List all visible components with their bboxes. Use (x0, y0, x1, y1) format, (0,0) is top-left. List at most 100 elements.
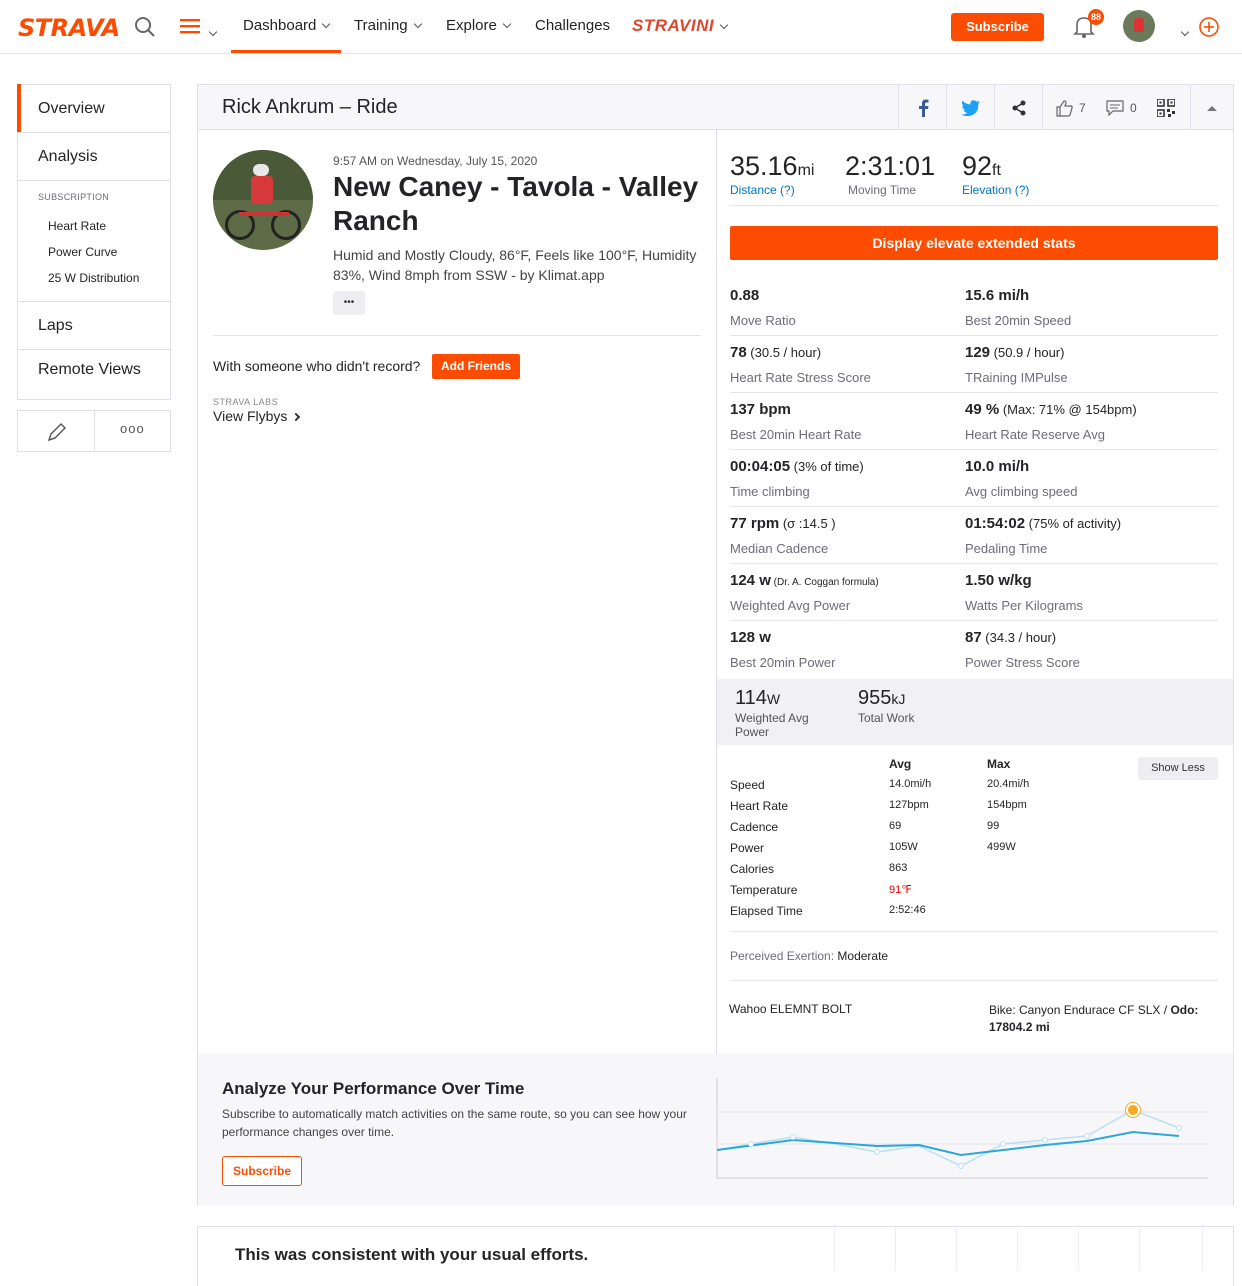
menu-icon[interactable] (180, 18, 202, 39)
divider (730, 980, 1218, 981)
divider (965, 506, 1218, 507)
stats-row-max: 20.4mi/h (987, 778, 1030, 790)
promo-subscribe-button[interactable]: Subscribe (222, 1156, 302, 1186)
divider (834, 1227, 835, 1271)
divider (1017, 1227, 1018, 1271)
elevate-stat-label: Best 20min Heart Rate (730, 427, 862, 442)
avatar[interactable] (1123, 10, 1155, 42)
chevron-down-icon (208, 27, 218, 37)
view-flybys-link[interactable]: View Flybys (213, 408, 301, 424)
thumbs-up-icon (1056, 99, 1073, 117)
divider (18, 132, 170, 133)
divider (895, 1227, 896, 1271)
stats-row-max: 499W (987, 841, 1016, 853)
divider (965, 449, 1218, 450)
sidebar-item-remote-views[interactable]: Remote Views (38, 361, 141, 379)
comment-icon (1106, 99, 1124, 116)
more-description-button[interactable]: ••• (333, 291, 365, 315)
strava-logo[interactable]: STRAVA (18, 14, 120, 42)
sidebar-item-power-curve[interactable]: Power Curve (48, 245, 117, 259)
elevate-stat-value: 00:04:05 (3% of time) (730, 458, 864, 475)
caret-up-icon (1207, 105, 1217, 111)
facebook-share-button[interactable] (898, 85, 946, 130)
elevation-value: 92ft (962, 151, 1001, 181)
add-friends-button[interactable]: Add Friends (432, 354, 520, 379)
elevation-label[interactable]: Elevation (?) (962, 183, 1029, 197)
elevate-stats-button[interactable]: Display elevate extended stats (730, 226, 1218, 260)
elevate-stat-value: 87 (34.3 / hour) (965, 629, 1057, 646)
divider (213, 335, 701, 336)
top-nav: STRAVA Dashboard Training Explore Challe… (0, 0, 1242, 54)
athlete-photo[interactable] (213, 150, 313, 250)
elevate-stat-value: 01:54:02 (75% of activity) (965, 515, 1122, 532)
moving-time-value: 2:31:01 (845, 151, 936, 181)
stats-row-avg: 863 (889, 862, 908, 874)
share-button[interactable] (994, 85, 1042, 130)
divider (1078, 1227, 1079, 1271)
nav-stravini[interactable]: STRAVINI (632, 16, 729, 36)
stats-row-label: Speed (730, 778, 765, 792)
promo-text: Subscribe to automatically match activit… (222, 1107, 687, 1139)
add-icon[interactable] (1198, 16, 1220, 38)
stats-row-max: 154bpm (987, 799, 1027, 811)
distance-label[interactable]: Distance (?) (730, 183, 795, 197)
divider (965, 620, 1218, 621)
elevate-stat-value: 15.6 mi/h (965, 287, 1030, 304)
moving-time-label: Moving Time (848, 183, 917, 197)
qr-code-button[interactable] (1142, 85, 1190, 130)
twitter-share-button[interactable] (946, 85, 994, 130)
elevate-stat-value: 129 (50.9 / hour) (965, 344, 1065, 361)
divider (716, 130, 717, 1054)
elevate-stat-value: 10.0 mi/h (965, 458, 1030, 475)
collapse-button[interactable] (1190, 85, 1233, 130)
stats-row-avg: 2:52:46 (889, 904, 926, 916)
sidebar-item-laps[interactable]: Laps (38, 317, 73, 335)
comments-button[interactable]: 0 (1092, 85, 1142, 130)
more-options-icon[interactable]: ooo (120, 421, 145, 436)
sidebar-item-heart-rate[interactable]: Heart Rate (48, 219, 106, 233)
elevate-stat-label: Power Stress Score (965, 655, 1080, 670)
page-title: Rick Ankrum – Ride (222, 96, 398, 118)
divider (18, 301, 170, 302)
chevron-down-icon[interactable] (1181, 27, 1190, 37)
divider (965, 392, 1218, 393)
edit-icon[interactable] (46, 421, 68, 443)
notification-badge: 88 (1088, 9, 1104, 25)
share-icon (1012, 100, 1025, 115)
panel-header: Rick Ankrum – Ride 7 0 (198, 85, 1233, 130)
stats-row-avg: 127bpm (889, 799, 929, 811)
nav-challenges[interactable]: Challenges (535, 17, 610, 34)
device-name: Wahoo ELEMNT BOLT (729, 1002, 853, 1016)
subscribe-button[interactable]: Subscribe (951, 13, 1044, 41)
stats-row-avg: 105W (889, 841, 918, 853)
weighted-power-value: 114W (735, 687, 781, 709)
bike-info[interactable]: Bike: Canyon Endurace CF SLX / Odo: 1780… (989, 1002, 1214, 1036)
perceived-exertion: Perceived Exertion: Moderate (730, 949, 889, 963)
elevate-stat-value: 124 w (Dr. A. Coggan formula) (730, 572, 879, 589)
divider (730, 931, 1218, 932)
stats-row-label: Cadence (730, 820, 779, 834)
show-less-button[interactable]: Show Less (1138, 757, 1218, 780)
elevate-stat-label: Time climbing (730, 484, 810, 499)
friends-prompt: With someone who didn't record? (213, 358, 421, 374)
elevate-stat-value: 78 (30.5 / hour) (730, 344, 822, 361)
comments-count: 0 (1130, 100, 1137, 115)
kudos-button[interactable]: 7 (1042, 85, 1092, 130)
sidebar-item-overview[interactable]: Overview (38, 100, 105, 118)
search-icon[interactable] (134, 16, 156, 38)
stats-row-avg: 91℉ (889, 884, 912, 896)
performance-chart-graphic (716, 1078, 1208, 1179)
divider (730, 205, 1218, 206)
elevate-stat-value: 137 bpm (730, 401, 791, 418)
total-work-label: Total Work (858, 711, 915, 725)
sidebar-item-analysis[interactable]: Analysis (38, 148, 98, 166)
elevate-stat-label: TRaining IMPulse (965, 370, 1068, 385)
subscription-heading: SUBSCRIPTION (38, 192, 110, 202)
sidebar-item-distribution[interactable]: 25 W Distribution (48, 271, 139, 285)
total-work-value: 955kJ (858, 687, 906, 709)
nav-training[interactable]: Training (354, 17, 422, 34)
twitter-icon (960, 99, 980, 116)
nav-explore[interactable]: Explore (446, 17, 512, 34)
divider (1202, 1227, 1203, 1271)
nav-dashboard[interactable]: Dashboard (243, 17, 331, 34)
